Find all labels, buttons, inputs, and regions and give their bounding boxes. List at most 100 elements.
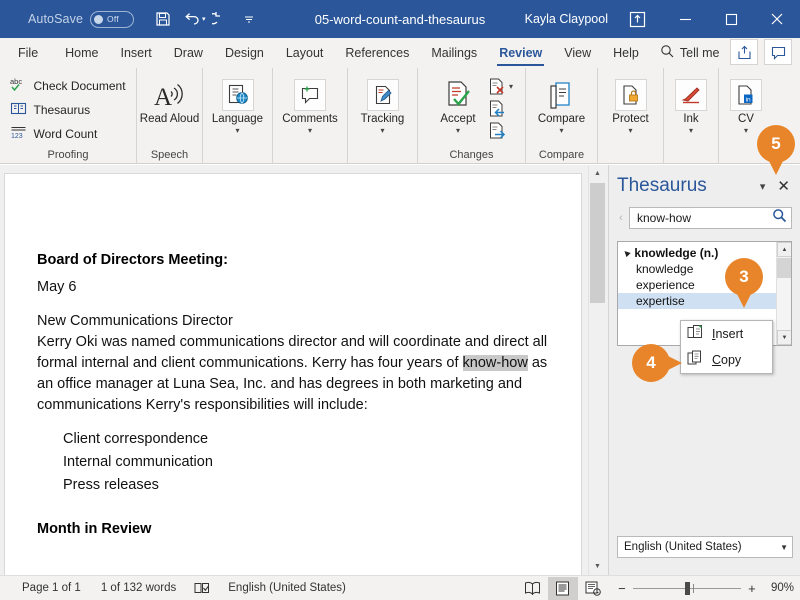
autosave-label: AutoSave [28, 12, 84, 26]
redo-icon[interactable] [208, 6, 234, 32]
check-document-button[interactable]: abc Check Document [6, 75, 129, 96]
comments-dropdown-caret[interactable]: ▾ [308, 126, 312, 135]
read-aloud-button[interactable]: A Read Aloud [138, 72, 202, 126]
chevron-down-icon[interactable]: ▼ [780, 543, 788, 552]
reject-dropdown-caret[interactable]: ▾ [509, 82, 513, 91]
undo-icon[interactable] [178, 6, 204, 32]
protect-label: Protect [612, 113, 649, 125]
language-icon [221, 75, 254, 111]
protect-dropdown-caret[interactable]: ▾ [628, 126, 632, 135]
language-button[interactable]: Language ▾ [206, 72, 270, 135]
tab-design[interactable]: Design [214, 38, 275, 68]
zoom-slider-thumb[interactable] [684, 581, 690, 595]
accept-dropdown-caret[interactable]: ▾ [456, 126, 460, 135]
word-count-button[interactable]: 123 Word Count [6, 123, 129, 144]
tab-view[interactable]: View [553, 38, 602, 68]
customize-quick-access-toolbar-icon[interactable] [236, 6, 262, 32]
tab-references[interactable]: References [334, 38, 420, 68]
cv-dropdown-caret[interactable]: ▾ [744, 126, 748, 135]
tracking-dropdown-caret[interactable]: ▾ [380, 126, 384, 135]
compare-dropdown-caret[interactable]: ▾ [559, 126, 563, 135]
accept-label: Accept [440, 113, 476, 125]
tab-insert[interactable]: Insert [110, 38, 163, 68]
ribbon-display-options-icon[interactable] [622, 6, 652, 32]
scroll-up-icon[interactable]: ▲ [589, 165, 606, 182]
minimize-button[interactable] [662, 0, 708, 38]
list-item: Internal communication [63, 454, 213, 470]
results-scrollbar[interactable]: ▲ ▼ [776, 242, 791, 345]
print-layout-icon[interactable] [547, 576, 578, 600]
ribbon-group-ink: Ink ▾ [663, 68, 718, 164]
zoom-out-button[interactable]: − [616, 581, 628, 596]
ribbon-group-label-changes: Changes [449, 149, 494, 161]
protect-button[interactable]: Protect ▾ [599, 72, 663, 135]
search-input[interactable]: know-how [629, 207, 792, 229]
collapse-triangle-icon[interactable]: ◀ [622, 248, 631, 258]
proofing-status-icon[interactable] [186, 581, 218, 595]
scroll-down-icon[interactable]: ▼ [589, 558, 606, 575]
back-arrow-icon[interactable]: ‹ [613, 212, 629, 224]
status-word-count[interactable]: 1 of 132 words [91, 582, 186, 594]
maximize-button[interactable] [708, 0, 754, 38]
compare-documents-icon [547, 75, 577, 111]
zoom-slider[interactable] [632, 581, 741, 595]
autosave-toggle[interactable]: Off [90, 10, 135, 28]
tab-layout[interactable]: Layout [275, 38, 335, 68]
callout-tail [668, 356, 682, 370]
thesaurus-book-icon [10, 100, 27, 120]
undo-dropdown-caret[interactable]: ▾ [202, 15, 206, 23]
document-content[interactable]: Board of Directors Meeting: May 6 New Co… [5, 174, 581, 537]
zoom-in-button[interactable]: + [746, 581, 758, 596]
tab-draw[interactable]: Draw [163, 38, 214, 68]
previous-change-icon[interactable] [486, 98, 508, 119]
thesaurus-label: Thesaurus [33, 102, 91, 117]
tab-file[interactable]: File [0, 38, 54, 68]
close-icon[interactable]: ✕ [773, 177, 794, 195]
context-menu-item-insert[interactable]: Insert [681, 321, 772, 347]
ribbon-group-proofing: abc Check Document Thesaurus 123 Word Co… [0, 68, 136, 164]
result-group-header[interactable]: ◀ knowledge (n.) [618, 245, 791, 261]
callout-tail [769, 161, 783, 175]
user-account-name[interactable]: Kayla Claypool [525, 12, 608, 26]
scrollbar-thumb[interactable] [777, 258, 791, 278]
comments-button[interactable]: Comments ▾ [274, 72, 347, 135]
accept-button[interactable]: Accept ▾ [430, 72, 486, 135]
tab-help[interactable]: Help [602, 38, 650, 68]
read-mode-icon[interactable] [518, 577, 548, 600]
chevron-down-icon[interactable]: ▾ [752, 180, 774, 193]
next-change-icon[interactable] [486, 120, 508, 141]
status-page-number[interactable]: Page 1 of 1 [0, 582, 91, 594]
tab-review[interactable]: Review [488, 38, 553, 68]
cv-button[interactable]: in CV ▾ [720, 72, 773, 135]
zoom-level-value[interactable]: 90% [771, 582, 794, 594]
scroll-down-icon[interactable]: ▼ [777, 330, 791, 345]
list-item[interactable]: experience [618, 277, 791, 293]
list-item-selected-expertise[interactable]: expertise ▼ [618, 293, 791, 309]
selected-word-know-how[interactable]: know-how [462, 355, 528, 371]
ribbon-group-language: Language ▾ [202, 68, 272, 164]
share-icon[interactable] [730, 39, 758, 65]
thesaurus-button[interactable]: Thesaurus [6, 99, 129, 120]
comments-icon[interactable] [764, 39, 792, 65]
list-item[interactable]: knowledge [618, 261, 791, 277]
document-page[interactable]: Board of Directors Meeting: May 6 New Co… [4, 173, 582, 575]
search-icon[interactable] [772, 208, 787, 228]
pane-language-dropdown[interactable]: English (United States) ▼ [617, 536, 793, 558]
save-icon[interactable] [150, 6, 176, 32]
reject-change-icon[interactable] [486, 76, 508, 97]
language-dropdown-caret[interactable]: ▾ [235, 126, 239, 135]
scroll-up-icon[interactable]: ▲ [777, 242, 791, 257]
ink-dropdown-caret[interactable]: ▾ [689, 126, 693, 135]
tracking-button[interactable]: Tracking ▾ [351, 72, 415, 135]
web-layout-icon[interactable] [578, 577, 608, 600]
context-menu-item-copy[interactable]: Copy [681, 347, 772, 373]
close-button[interactable] [754, 0, 800, 38]
document-vertical-scrollbar[interactable]: ▲ ▼ [588, 165, 605, 575]
tell-me-search[interactable]: Tell me [660, 44, 719, 63]
tab-mailings[interactable]: Mailings [420, 38, 488, 68]
status-language[interactable]: English (United States) [218, 582, 356, 594]
compare-button[interactable]: Compare ▾ [530, 72, 594, 135]
scrollbar-thumb[interactable] [590, 183, 605, 303]
tab-home[interactable]: Home [54, 38, 109, 68]
ink-button[interactable]: Ink ▾ [665, 72, 718, 135]
